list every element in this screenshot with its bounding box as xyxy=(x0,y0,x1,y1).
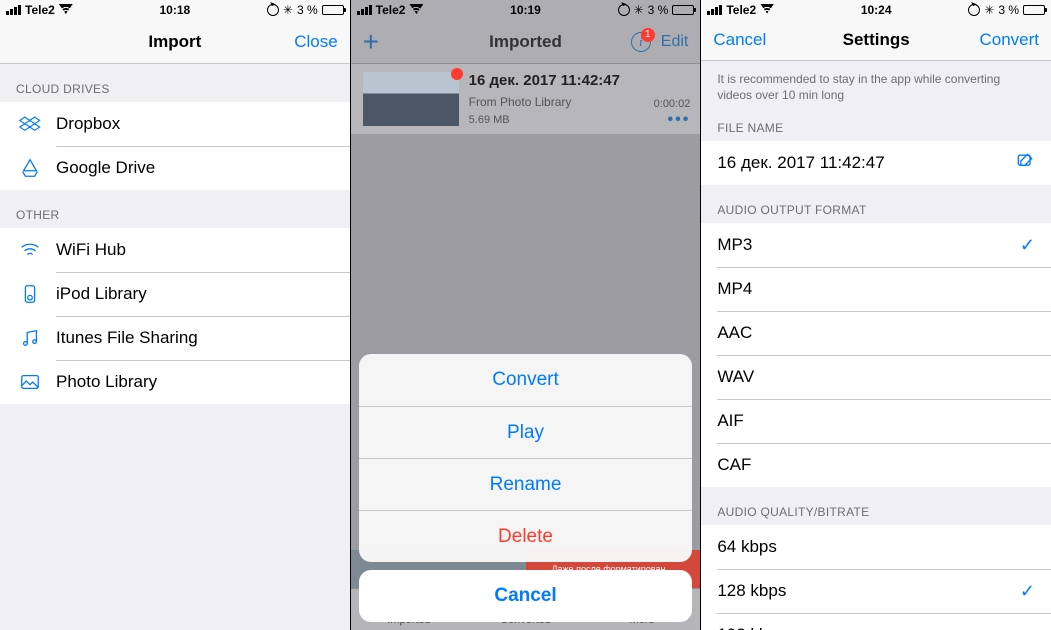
info-badge: 1 xyxy=(641,28,655,42)
battery-pct: 3 % xyxy=(297,3,318,17)
source-itunes-file-sharing[interactable]: Itunes File Sharing xyxy=(0,316,350,360)
more-button[interactable]: ••• xyxy=(668,111,691,129)
battery-pct: 3 % xyxy=(998,3,1019,17)
bitrate-128-kbps[interactable]: 128 kbps ✓ xyxy=(701,569,1051,613)
section-cloud-drives: CLOUD DRIVES xyxy=(0,64,350,102)
screen-settings: Tele2 10:24 ✳︎ 3 % Cancel Settings Conve… xyxy=(701,0,1051,630)
bitrate-192-kbps[interactable]: 192 kbps xyxy=(701,613,1051,630)
photo-icon xyxy=(16,371,44,393)
format-label: AAC xyxy=(717,323,752,343)
rotation-lock-icon xyxy=(618,4,630,16)
format-label: MP4 xyxy=(717,279,752,299)
sheet-delete[interactable]: Delete xyxy=(359,510,693,562)
signal-bars-icon xyxy=(6,5,21,15)
dropbox-icon xyxy=(16,113,44,135)
video-thumbnail xyxy=(363,72,459,126)
status-bar: Tele2 10:24 ✳︎ 3 % xyxy=(701,0,1051,19)
battery-icon xyxy=(672,5,694,15)
format-caf[interactable]: CAF xyxy=(701,443,1051,487)
wifi-icon xyxy=(760,3,774,17)
status-bar: Tele2 10:19 ✳︎ 3 % xyxy=(351,0,701,20)
section-bitrate: AUDIO QUALITY/BITRATE xyxy=(701,487,1051,525)
checkmark-icon: ✓ xyxy=(1020,581,1035,602)
wifi-icon xyxy=(409,3,423,17)
status-bar: Tele2 10:18 ✳︎ 3 % xyxy=(0,0,350,20)
format-label: WAV xyxy=(717,367,754,387)
row-label: Photo Library xyxy=(56,372,157,392)
section-audio-format: AUDIO OUTPUT FORMAT xyxy=(701,185,1051,223)
add-button[interactable]: + xyxy=(363,26,379,57)
bluetooth-icon: ✳︎ xyxy=(634,3,644,17)
file-name-row[interactable]: 16 дек. 2017 11:42:47 xyxy=(701,141,1051,185)
file-size: 5.69 MB xyxy=(469,114,510,126)
format-aac[interactable]: AAC xyxy=(701,311,1051,355)
signal-bars-icon xyxy=(707,5,722,15)
conversion-note: It is recommended to stay in the app whi… xyxy=(701,61,1051,103)
row-label: Dropbox xyxy=(56,114,120,134)
carrier-label: Tele2 xyxy=(376,3,406,17)
nav-bar: Cancel Settings Convert xyxy=(701,19,1051,61)
rotation-lock-icon xyxy=(267,4,279,16)
file-name: 16 дек. 2017 11:42:47 xyxy=(469,72,691,89)
cancel-button[interactable]: Cancel xyxy=(701,30,778,50)
format-label: MP3 xyxy=(717,235,752,255)
source-ipod-library[interactable]: iPod Library xyxy=(0,272,350,316)
edit-button[interactable]: Edit xyxy=(661,33,689,51)
wifi-icon xyxy=(59,3,73,17)
format-wav[interactable]: WAV xyxy=(701,355,1051,399)
bitrate-64-kbps[interactable]: 64 kbps xyxy=(701,525,1051,569)
action-sheet: Convert Play Rename Delete Cancel xyxy=(359,354,693,622)
music-note-icon xyxy=(16,327,44,349)
format-label: CAF xyxy=(717,455,751,475)
sheet-convert[interactable]: Convert xyxy=(359,354,693,406)
page-title: Imported xyxy=(489,32,562,52)
convert-button[interactable]: Convert xyxy=(967,30,1051,50)
file-duration: 0:00:02 xyxy=(654,98,691,110)
edit-icon[interactable] xyxy=(1015,151,1035,176)
row-label: WiFi Hub xyxy=(56,240,126,260)
bitrate-label: 64 kbps xyxy=(717,537,777,557)
format-mp4[interactable]: MP4 xyxy=(701,267,1051,311)
source-wifi-hub[interactable]: WiFi Hub xyxy=(0,228,350,272)
carrier-label: Tele2 xyxy=(25,3,55,17)
sheet-cancel[interactable]: Cancel xyxy=(359,570,693,622)
sheet-rename[interactable]: Rename xyxy=(359,458,693,510)
close-button[interactable]: Close xyxy=(282,32,349,52)
bluetooth-icon: ✳︎ xyxy=(283,3,293,17)
format-aif[interactable]: AIF xyxy=(701,399,1051,443)
source-google-drive[interactable]: Google Drive xyxy=(0,146,350,190)
row-label: Google Drive xyxy=(56,158,155,178)
info-button[interactable]: i 1 xyxy=(631,32,651,52)
signal-bars-icon xyxy=(357,5,372,15)
wifi-hub-icon xyxy=(16,239,44,261)
screen-import: Tele2 10:18 ✳︎ 3 % Import Close CLOUD DR… xyxy=(0,0,350,630)
row-label: iPod Library xyxy=(56,284,147,304)
sheet-play[interactable]: Play xyxy=(359,406,693,458)
bitrate-label: 192 kbps xyxy=(717,625,786,630)
format-label: AIF xyxy=(717,411,743,431)
bitrate-label: 128 kbps xyxy=(717,581,786,601)
nav-bar: + Imported i 1 Edit xyxy=(351,20,701,64)
page-title: Import xyxy=(148,32,201,52)
battery-icon xyxy=(322,5,344,15)
page-title: Settings xyxy=(843,30,910,50)
ipod-icon xyxy=(16,283,44,305)
screen-imported: Tele2 10:19 ✳︎ 3 % + Imported i 1 Edit 1… xyxy=(351,0,701,630)
source-dropbox[interactable]: Dropbox xyxy=(0,102,350,146)
section-other: OTHER xyxy=(0,190,350,228)
section-file-name: FILE NAME xyxy=(701,103,1051,141)
checkmark-icon: ✓ xyxy=(1020,235,1035,256)
format-mp3[interactable]: MP3 ✓ xyxy=(701,223,1051,267)
gdrive-icon xyxy=(16,157,44,179)
battery-icon xyxy=(1023,5,1045,15)
file-item[interactable]: 16 дек. 2017 11:42:47 From Photo Library… xyxy=(351,64,701,134)
battery-pct: 3 % xyxy=(648,3,669,17)
source-photo-library[interactable]: Photo Library xyxy=(0,360,350,404)
bluetooth-icon: ✳︎ xyxy=(984,3,994,17)
carrier-label: Tele2 xyxy=(726,3,756,17)
rotation-lock-icon xyxy=(968,4,980,16)
nav-bar: Import Close xyxy=(0,20,350,64)
row-label: Itunes File Sharing xyxy=(56,328,198,348)
file-name-value: 16 дек. 2017 11:42:47 xyxy=(717,153,884,173)
